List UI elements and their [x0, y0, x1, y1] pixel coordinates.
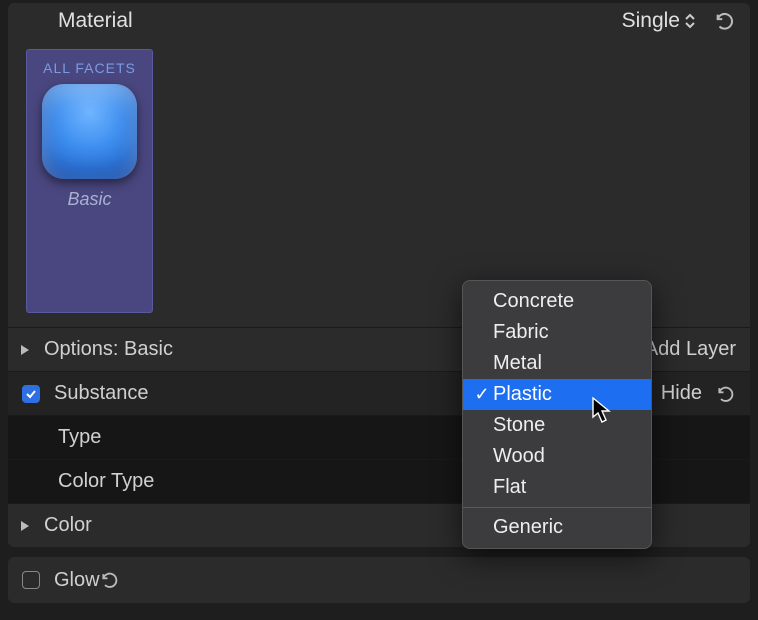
menu-item-label: Generic — [493, 516, 563, 539]
glow-checkbox[interactable] — [22, 571, 40, 589]
menu-item-generic[interactable]: Generic — [463, 512, 651, 543]
menu-item-label: Stone — [493, 414, 545, 437]
type-label: Type — [58, 426, 101, 449]
facet-card-title: ALL FACETS — [43, 50, 136, 82]
substance-checkbox[interactable] — [22, 385, 40, 403]
material-header-controls: Single — [622, 9, 736, 33]
material-swatch — [42, 84, 137, 179]
material-mode-label: Single — [622, 9, 680, 33]
menu-item-fabric[interactable]: Fabric — [463, 317, 651, 348]
menu-item-label: Concrete — [493, 290, 574, 313]
menu-separator — [463, 507, 651, 508]
menu-item-concrete[interactable]: Concrete — [463, 286, 651, 317]
menu-item-flat[interactable]: Flat — [463, 472, 651, 503]
facet-card[interactable]: ALL FACETS Basic — [26, 49, 153, 313]
undo-icon[interactable] — [100, 570, 120, 590]
substance-label: Substance — [54, 382, 149, 405]
menu-item-label: Metal — [493, 352, 542, 375]
material-swatch-label: Basic — [67, 189, 111, 210]
material-mode-popup[interactable]: Single — [622, 9, 696, 33]
menu-item-label: Plastic — [493, 383, 552, 406]
hide-button[interactable]: Hide — [661, 382, 702, 405]
substance-menu[interactable]: ConcreteFabricMetal✓PlasticStoneWoodFlat… — [462, 280, 652, 549]
menu-item-wood[interactable]: Wood — [463, 441, 651, 472]
color-type-label: Color Type — [58, 470, 154, 493]
menu-item-label: Fabric — [493, 321, 549, 344]
glow-label: Glow — [54, 569, 100, 592]
chevron-updown-icon — [684, 13, 696, 29]
menu-item-metal[interactable]: Metal — [463, 348, 651, 379]
add-layer-button[interactable]: Add Layer — [645, 338, 736, 361]
undo-icon[interactable] — [716, 384, 736, 404]
material-title: Material — [58, 9, 133, 33]
glow-row[interactable]: Glow — [8, 557, 750, 603]
menu-item-plastic[interactable]: ✓Plastic — [463, 379, 651, 410]
menu-item-label: Wood — [493, 445, 545, 468]
menu-item-stone[interactable]: Stone — [463, 410, 651, 441]
disclosure-triangle-icon[interactable] — [16, 519, 34, 533]
checkmark-icon: ✓ — [471, 384, 493, 405]
options-label: Options: Basic — [44, 338, 173, 361]
material-header: Material Single — [8, 3, 750, 37]
undo-icon[interactable] — [714, 10, 736, 32]
disclosure-triangle-icon[interactable] — [16, 343, 34, 357]
color-label: Color — [44, 514, 92, 537]
menu-item-label: Flat — [493, 476, 526, 499]
